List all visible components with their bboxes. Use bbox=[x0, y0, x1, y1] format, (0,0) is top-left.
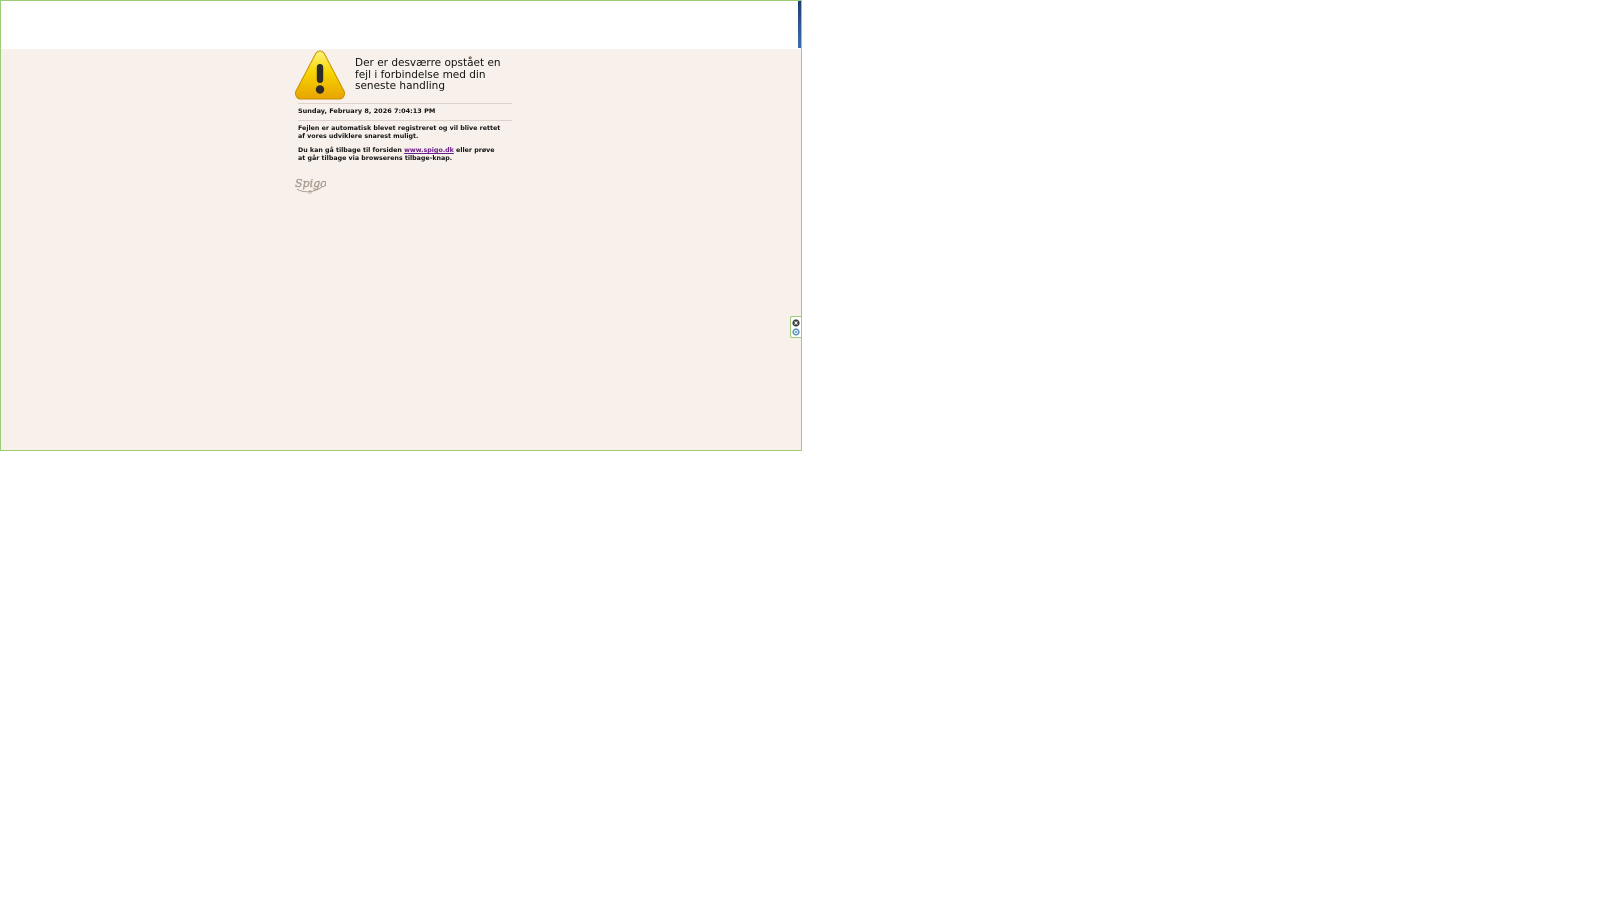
divider-bottom bbox=[298, 120, 512, 121]
error-content-area: Der er desværre opstået en fejl i forbin… bbox=[1, 49, 801, 450]
logo-text: Spigo bbox=[295, 177, 326, 190]
warning-triangle-icon bbox=[294, 50, 346, 100]
side-tools-panel bbox=[790, 316, 801, 338]
spigo-logo[interactable]: Spigo bbox=[294, 174, 326, 194]
top-scrollbar-accent[interactable] bbox=[798, 1, 801, 48]
navigation-text-start: Du kan gå tilbage til forsiden bbox=[298, 147, 405, 154]
error-message-registered: Fejlen er automatisk blevet registreret … bbox=[298, 125, 501, 140]
settings-icon[interactable] bbox=[792, 328, 800, 336]
divider-top bbox=[298, 103, 512, 104]
error-headline: Der er desværre opstået en fejl i forbin… bbox=[355, 57, 501, 92]
content-frame: Der er desværre opstået en fejl i forbin… bbox=[0, 0, 802, 451]
frame-top-bar bbox=[1, 1, 801, 49]
homepage-link[interactable]: www.spigo.dk bbox=[404, 147, 454, 154]
error-timestamp: Sunday, February 8, 2026 7:04:13 PM bbox=[298, 107, 436, 115]
close-icon[interactable] bbox=[792, 319, 800, 327]
error-message-navigation: Du kan gå tilbage til forsiden www.spigo… bbox=[298, 147, 503, 162]
